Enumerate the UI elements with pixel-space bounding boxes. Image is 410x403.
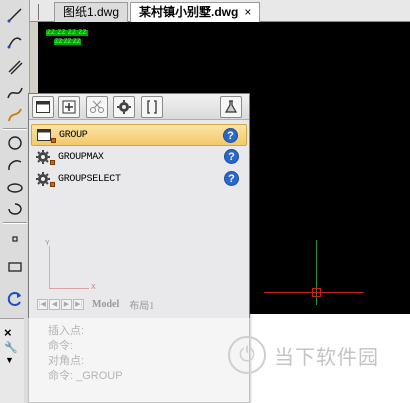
tab-label: 某村镇小别墅.dwg [139, 5, 239, 19]
ucs-y-label: Y [45, 240, 50, 247]
line-tool-icon[interactable] [4, 4, 26, 26]
document-tab-strip: 图纸1.dwg 某村镇小别墅.dwg × [30, 0, 410, 23]
tab-label: 图纸1.dwg [63, 5, 120, 19]
spline-tool-icon[interactable] [4, 104, 26, 126]
tab-layout1[interactable]: 布局1 [126, 297, 157, 312]
ucs-x-axis [49, 288, 89, 289]
prev-tab-button[interactable]: ◀ [49, 298, 60, 310]
arc-tool-icon[interactable] [4, 154, 26, 176]
command-history-line: 命令: _GROUP [48, 370, 123, 382]
add-icon[interactable] [58, 96, 80, 118]
command-label: GROUPMAX [58, 151, 104, 163]
command-line-handle: × 🔧 ▼ [0, 318, 24, 403]
site-watermark: ⏻ 当下软件园 [228, 336, 379, 374]
cursor-pickbox [312, 288, 321, 297]
command-marker [51, 138, 56, 143]
canvas-text-label: ZZ ZZ ZZ ZZ [46, 30, 88, 36]
close-icon[interactable]: × [244, 5, 251, 19]
last-tab-button[interactable]: ▶| [73, 298, 84, 310]
tab-divider [38, 4, 39, 20]
tab-drawing1[interactable]: 图纸1.dwg [54, 2, 129, 22]
tab-model[interactable]: Model [89, 299, 122, 310]
help-icon[interactable]: ? [224, 171, 239, 186]
help-icon[interactable]: ? [223, 128, 238, 143]
multiline-tool-icon[interactable] [4, 56, 26, 78]
watermark-text: 当下软件园 [274, 344, 379, 369]
ellipse-tool-icon[interactable] [4, 176, 26, 198]
window-icon [35, 126, 56, 144]
ucs-y-axis [49, 246, 50, 288]
command-marker [50, 160, 55, 165]
toolbar-separator [3, 222, 27, 224]
command-history-line: 命令: [48, 340, 74, 352]
command-list: GROUP ? GROUPMAX ? GROUPSELECT ? [29, 124, 249, 190]
point-tool-icon[interactable] [4, 228, 26, 250]
command-history-line: 对角点: [48, 355, 85, 367]
canvas-text-label: ZZ ZZ ZZ [54, 39, 82, 45]
brackets-icon[interactable] [141, 96, 163, 118]
ellipse-arc-tool-icon[interactable] [4, 198, 26, 220]
command-label: GROUP [59, 129, 88, 141]
circle-tool-icon[interactable] [4, 132, 26, 154]
next-tab-button[interactable]: ▶ [61, 298, 72, 310]
window-icon[interactable] [32, 96, 54, 118]
help-icon[interactable]: ? [224, 149, 239, 164]
command-row-groupmax[interactable]: GROUPMAX ? [31, 146, 247, 168]
watermark-logo-icon: ⏻ [228, 336, 266, 374]
first-tab-button[interactable]: |◀ [37, 298, 48, 310]
gear-icon [34, 148, 55, 166]
gear-icon [34, 170, 55, 188]
toolbar-separator [3, 128, 27, 130]
curve-tool-icon[interactable] [4, 82, 26, 104]
command-history-line: 插入点: [48, 325, 85, 337]
ucs-x-label: X [91, 284, 96, 291]
scissors-icon[interactable] [86, 96, 108, 118]
command-label: GROUPSELECT [58, 173, 121, 185]
rotate-tool-icon[interactable] [4, 288, 26, 310]
dropdown-arrow-icon[interactable]: ▼ [5, 355, 14, 365]
layout-tab-bar: |◀ ◀ ▶ ▶| Model 布局1 [37, 296, 242, 312]
flask-icon[interactable] [220, 96, 242, 118]
wrench-icon[interactable]: 🔧 [4, 341, 18, 354]
polyline-tool-icon[interactable] [4, 30, 26, 52]
settings-icon[interactable] [113, 96, 135, 118]
panel-toolbar [29, 94, 249, 120]
command-row-groupselect[interactable]: GROUPSELECT ? [31, 168, 247, 190]
tab-village-villa[interactable]: 某村镇小别墅.dwg × [130, 2, 261, 23]
command-row-group[interactable]: GROUP ? [31, 124, 247, 146]
command-marker [50, 182, 55, 187]
close-icon[interactable]: × [4, 325, 12, 340]
rectangle-tool-icon[interactable] [4, 256, 26, 278]
command-history: 插入点: 命令: 对角点: 命令: _GROUP [28, 318, 250, 403]
